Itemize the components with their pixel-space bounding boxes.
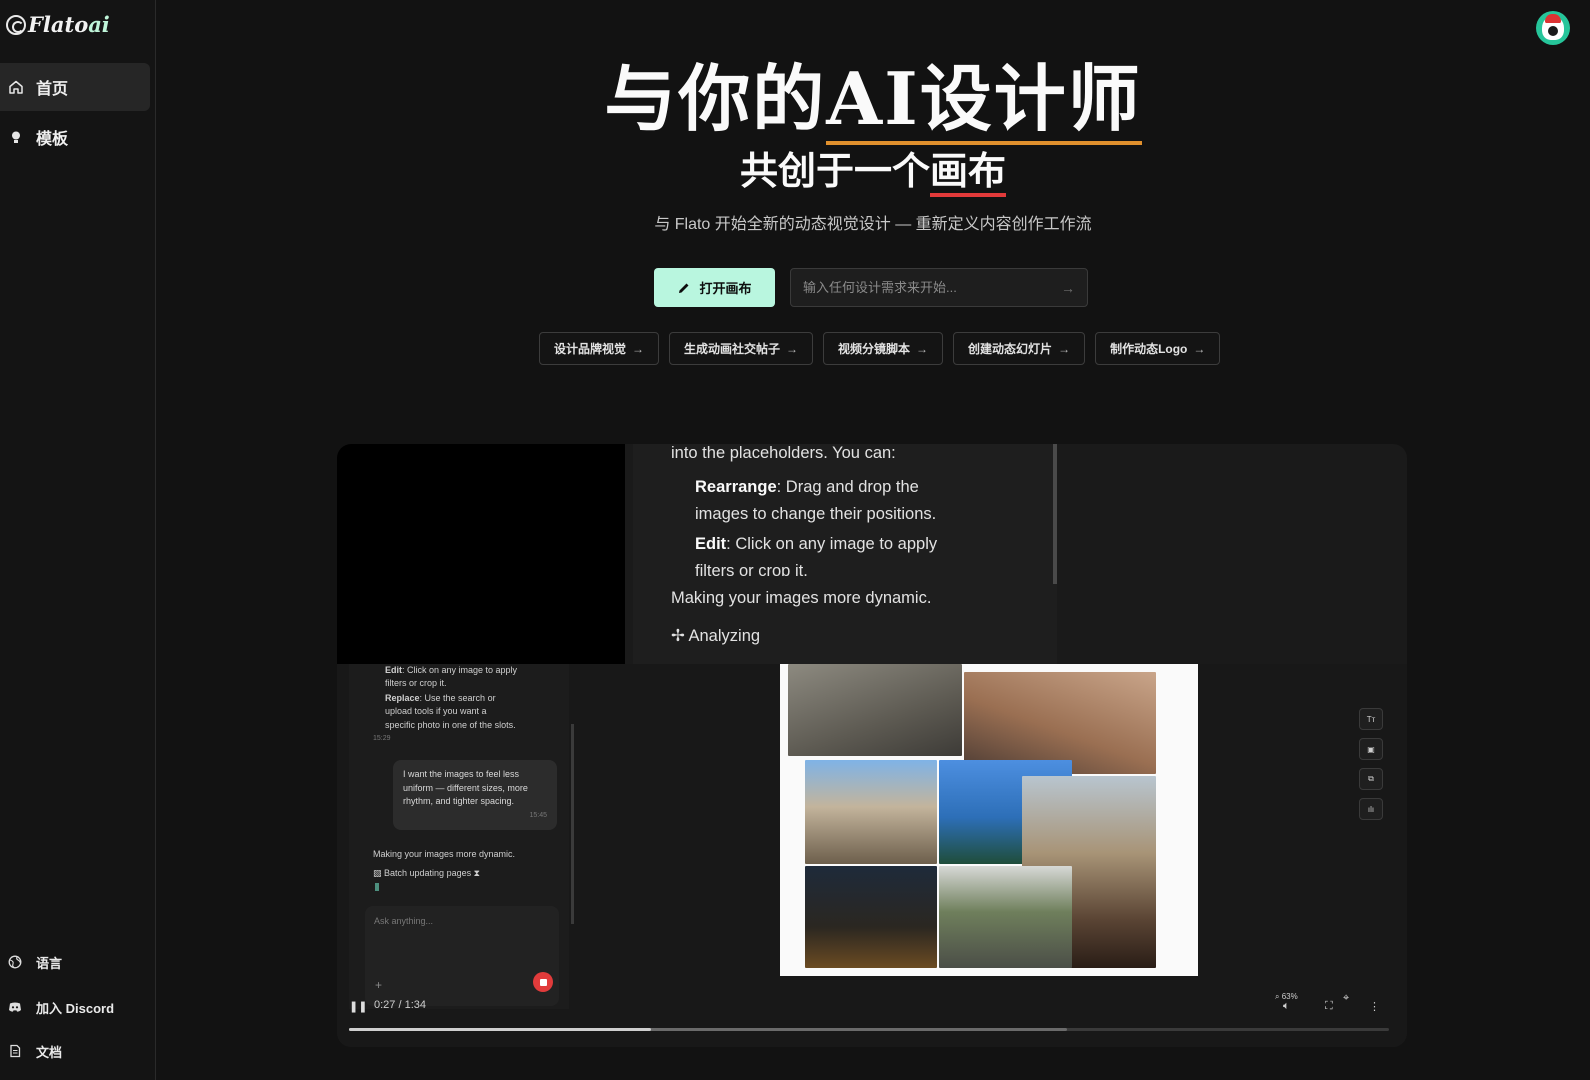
chart-tool-icon[interactable]: ılı [1359,798,1383,820]
submit-arrow-icon[interactable]: → [1061,280,1075,296]
video-chat-zoom: into the placeholders. You can: Rearrang… [633,444,1057,664]
text-tool-icon[interactable]: Tт [1359,708,1383,730]
prompt-box: → [790,268,1088,307]
panel-scrollbar [571,724,574,924]
image-tool-icon[interactable]: ▣ [1359,738,1383,760]
video-time: 0:27 / 1:34 [374,999,426,1011]
open-canvas-label: 打开画布 [699,281,752,296]
canvas-toolbar: Tт ▣ ⧉ ılı [1359,708,1383,820]
app-root: Flatoai 首页 模板 语言 加入 Discord 文档 与你的AI设计师 … [0,0,1590,1080]
user-message-bubble: I want the images to feel less uniform —… [393,760,557,830]
photo-haussmann-building[interactable] [805,760,937,864]
logo-mark-icon [6,14,26,35]
video-app-screen: Edit: Click on any image to apply filter… [337,664,1407,1047]
hero-subtitle: 共创于一个画布 [156,140,1590,197]
typing-indicator [375,883,379,891]
arrow-right-icon: → [916,341,929,356]
chat-panel: Edit: Click on any image to apply filter… [349,664,569,1009]
sidebar-item-label: 模板 [36,131,69,148]
suggestion-chips: 设计品牌视觉 → 生成动画社交帖子 → 视频分镜脚本 → 创建动态幻灯片 → 制作动态L… [539,332,1221,365]
progress-played [349,1028,651,1031]
chip-brand-visual[interactable]: 设计品牌视觉 → [539,332,660,365]
stop-generation-button[interactable] [533,972,553,992]
design-canvas[interactable] [780,664,1198,976]
layers-tool-icon[interactable]: ⧉ [1359,768,1383,790]
discord-link[interactable]: 加入 Discord [0,992,150,1022]
sidebar-item-home[interactable]: 首页 [0,63,150,111]
sidebar-item-templates[interactable]: 模板 [0,113,150,161]
video-controls: ❚❚ 0:27 / 1:34 ⌕ 63% 🔈︎ ⛶ ⌖ ⋮ [337,990,1407,1031]
sparkle-icon: ✢ [671,627,689,645]
chip-dynamic-slides[interactable]: 创建动态幻灯片 → [953,332,1086,365]
more-options-icon[interactable]: ⋮ [1369,1000,1380,1013]
fit-screen-icon[interactable]: ⌖ [1343,992,1349,1005]
photo-night-street[interactable] [805,866,937,968]
sidebar-item-label: 首页 [36,81,69,98]
hero-subtitle-highlight: 画布 [930,148,1007,197]
logo-text: Flatoai [28,12,110,37]
docs-label: 文档 [36,1044,63,1060]
language-button[interactable]: 语言 [0,947,150,977]
docs-link[interactable]: 文档 [0,1036,150,1066]
chat-scrollbar [1053,444,1057,584]
note-icon: ▧ [373,868,385,878]
volume-icon[interactable]: 🔈︎ [1283,1000,1290,1013]
logo[interactable]: Flatoai [6,12,110,37]
hero-description: 与 Flato 开始全新的动态视觉设计 — 重新定义内容创作工作流 [654,216,1092,233]
video-black-area [337,444,625,664]
pause-icon[interactable]: ❚❚ [349,1000,367,1013]
bulb-icon [12,131,20,143]
arrow-right-icon: → [786,341,799,356]
hero-title-highlight: AI设计师 [826,56,1142,145]
arrow-right-icon: → [632,341,645,356]
photo-cafe-square[interactable] [939,866,1072,968]
prompt-input[interactable] [803,280,1061,295]
demo-video[interactable]: into the placeholders. You can: Rearrang… [337,444,1407,1047]
chip-dynamic-logo[interactable]: 制作动态Logo → [1095,332,1221,365]
photo-sacre-coeur[interactable] [964,672,1156,774]
video-progress-bar[interactable] [349,1028,1389,1031]
open-canvas-button[interactable]: 打开画布 [654,268,775,307]
discord-label: 加入 Discord [36,1000,115,1016]
home-icon [9,80,23,94]
chip-animated-social-post[interactable]: 生成动画社交帖子 → [669,332,814,365]
language-label: 语言 [36,955,63,971]
arrow-right-icon: → [1193,341,1206,356]
hero-title: 与你的AI设计师 [156,40,1590,145]
penguin-avatar-icon [1542,14,1564,40]
discord-icon [9,1002,21,1012]
chip-video-storyboard[interactable]: 视频分镜脚本 → [823,332,944,365]
globe-icon [8,955,22,969]
arrow-right-icon: → [1058,341,1071,356]
hourglass-icon: ⧗ [471,868,480,878]
sidebar: Flatoai 首页 模板 语言 加入 Discord 文档 [0,0,156,1080]
document-icon [10,1044,21,1058]
fullscreen-icon[interactable]: ⛶ [1325,1000,1333,1013]
photo-bicycle[interactable] [788,664,962,756]
pencil-icon [679,283,689,293]
